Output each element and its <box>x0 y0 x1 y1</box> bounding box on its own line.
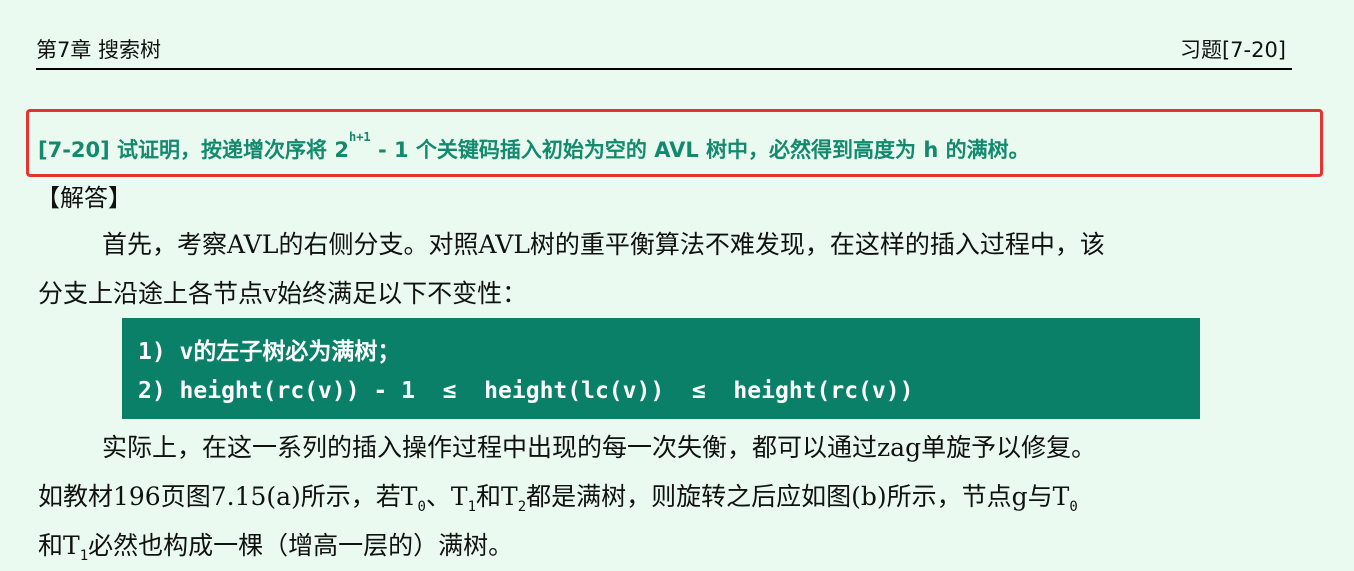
p2l3-b: 必然也构成一棵（增高一层的）满树。 <box>88 531 514 560</box>
p2l2-d: 都是满树，则旋转之后应如图(b)所示，节点g与T <box>526 482 1070 511</box>
page-header: 第7章 搜索树 习题[7-20] <box>36 30 1292 70</box>
problem-statement: [7-20] 试证明，按递增次序将 2h+1 - 1 个关键码插入初始为空的 A… <box>38 130 1030 164</box>
p2l3-sub-t1: 1 <box>79 548 89 564</box>
problem-prefix: [7-20] 试证明，按递增次序将 2 <box>38 138 349 162</box>
p2l2-sub-t1: 1 <box>467 499 477 515</box>
paragraph-1-line-1: 首先，考察AVL的右侧分支。对照AVL树的重平衡算法不难发现，在这样的插入过程中… <box>102 230 1105 259</box>
p2l2-a: 如教材196页图7.15(a)所示，若T <box>38 482 418 511</box>
problem-exponent: h+1 <box>348 130 371 144</box>
paragraph-2-line-1: 实际上，在这一系列的插入操作过程中出现的每一次失衡，都可以通过zag单旋予以修复… <box>102 433 1097 462</box>
p2l2-sub-t0-end: 0 <box>1069 499 1078 515</box>
p2l2-c: 和T <box>476 482 518 511</box>
invariant-1: 1) v的左子树必为满树； <box>138 339 401 365</box>
answer-label: 【解答】 <box>36 184 132 212</box>
p2l2-sub-t2: 2 <box>517 499 527 515</box>
p2l2-b: 、T <box>425 482 468 511</box>
p2l2-sub-t0: 0 <box>417 499 426 515</box>
invariant-box: 1) v的左子树必为满树； 2) height(rc(v)) - 1 ≤ hei… <box>122 318 1200 419</box>
exercise-id: 习题[7-20] <box>1179 38 1286 62</box>
paragraph-1-line-2: 分支上沿途上各节点v始终满足以下不变性： <box>38 279 528 308</box>
chapter-title: 第7章 搜索树 <box>36 38 162 62</box>
paragraph-2-line-3: 和T1必然也构成一棵（增高一层的）满树。 <box>38 526 514 564</box>
invariant-2: 2) height(rc(v)) - 1 ≤ height(lc(v)) ≤ h… <box>138 378 914 404</box>
paragraph-2-line-2: 如教材196页图7.15(a)所示，若T0、T1和T2都是满树，则旋转之后应如图… <box>38 477 1078 515</box>
problem-body: - 1 个关键码插入初始为空的 AVL 树中，必然得到高度为 h 的满树。 <box>370 138 1030 162</box>
p2l3-a: 和T <box>38 531 80 560</box>
